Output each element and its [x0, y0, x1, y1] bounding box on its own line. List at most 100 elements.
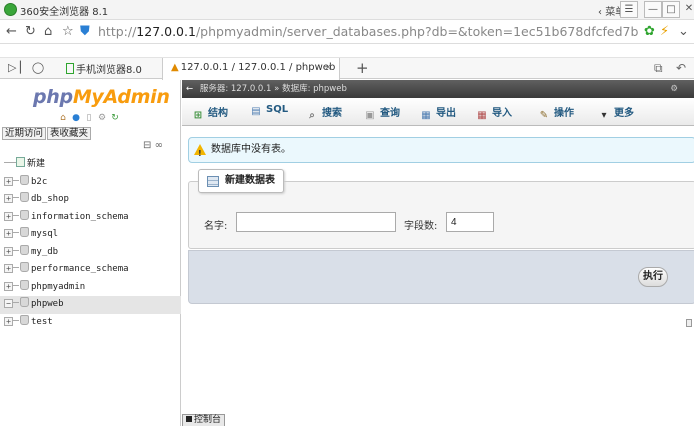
link-icon[interactable]: ∞: [155, 140, 163, 151]
window-title: 360安全浏览器 8.1: [20, 7, 109, 18]
home-icon[interactable]: ⌂: [58, 113, 68, 123]
speed-icon[interactable]: ⚡: [660, 24, 669, 39]
search-icon: ⌕: [309, 110, 315, 121]
phpmyadmin-logo[interactable]: phpMyAdmin: [33, 86, 170, 108]
database-icon: [20, 279, 29, 290]
create-table-actions: [188, 250, 694, 304]
create-table-legend: 新建数据表: [198, 169, 284, 193]
tree-item-db[interactable]: + performance_schema: [0, 261, 181, 279]
no-tables-notice: ! 数据库中没有表。: [188, 137, 694, 163]
pma-main-content: ← 服务器: 127.0.0.1 » 数据库: phpweb ⚙ ⊞ 结构 ▤ SQ…: [182, 80, 694, 426]
tree-item-db[interactable]: + test: [0, 314, 181, 332]
close-window-button[interactable]: ✕: [680, 1, 694, 18]
collapse-link-icons: ⊟ ∞: [143, 140, 163, 151]
tree-item-new[interactable]: 新建: [0, 156, 181, 174]
tree-item-db[interactable]: + my_db: [0, 244, 181, 262]
expand-icon[interactable]: +: [4, 264, 13, 273]
database-icon: [20, 174, 29, 185]
expand-icon[interactable]: +: [4, 229, 13, 238]
url-field[interactable]: http://127.0.0.1/phpmyadmin/server_datab…: [98, 24, 638, 39]
columns-count-input[interactable]: [446, 212, 494, 232]
tab-mobile-browser[interactable]: 手机浏览器8.0: [66, 61, 142, 76]
docs-icon[interactable]: ▯: [84, 113, 94, 123]
tab-import[interactable]: ▦ 导入: [476, 104, 512, 121]
pma-navigation-panel: phpMyAdmin ⌂ ● ▯ ⚙ ↻ 近期访问 表收藏夹 ⊟ ∞ 新建 + b2…: [0, 80, 181, 426]
address-dropdown-icon[interactable]: ⌄: [678, 24, 689, 39]
expand-icon[interactable]: +: [4, 176, 13, 186]
skin-icon[interactable]: ☰: [620, 1, 638, 18]
tab-export[interactable]: ▦ 导出: [420, 104, 456, 121]
chevron-down-icon: ▾: [601, 110, 607, 121]
collapse-icon[interactable]: −: [4, 299, 13, 308]
expand-icon[interactable]: +: [4, 194, 13, 203]
go-button[interactable]: 执行: [638, 267, 668, 287]
phone-icon: [66, 63, 74, 74]
undo-icon[interactable]: ↶: [676, 61, 686, 75]
database-icon: [20, 314, 29, 325]
table-icon: [207, 176, 219, 187]
sql-icon: ▤: [251, 106, 261, 117]
logout-icon[interactable]: ●: [71, 113, 81, 123]
breadcrumb: ← 服务器: 127.0.0.1 » 数据库: phpweb ⚙: [182, 80, 694, 98]
settings-gear-icon[interactable]: ⚙: [670, 80, 678, 98]
address-bar: ← ↻ ⌂ ☆ ⛊ http://127.0.0.1/phpmyadmin/se…: [0, 20, 694, 44]
database-icon: [20, 297, 29, 307]
page-scroll-indicator[interactable]: [686, 319, 692, 327]
new-db-icon: [16, 157, 25, 167]
recent-favorites-tabs: 近期访问 表收藏夹: [2, 125, 92, 140]
console-icon: [186, 416, 192, 422]
extension-icon[interactable]: ✿: [644, 24, 655, 39]
reload-icon[interactable]: ↻: [110, 113, 120, 123]
collapse-all-icon[interactable]: ⊟: [143, 140, 151, 151]
breadcrumb-separator: »: [274, 84, 280, 94]
collapse-nav-icon[interactable]: ←: [186, 84, 193, 94]
tab-search[interactable]: ⌕ 搜索: [306, 104, 342, 121]
breadcrumb-database[interactable]: 数据库: phpweb: [282, 84, 347, 94]
tree-item-db[interactable]: + mysql: [0, 226, 181, 244]
wrench-icon: ✎: [539, 110, 549, 121]
table-name-input[interactable]: [236, 212, 396, 232]
tab-bar: ▷ ▏ ◯ 手机浏览器8.0 ▲ 127.0.0.1 / 127.0.0.1 / …: [0, 57, 694, 80]
tab-close-icon[interactable]: ×: [324, 62, 332, 73]
new-tab-button[interactable]: +: [356, 59, 369, 77]
structure-icon: ⊞: [193, 110, 203, 121]
settings-gear-icon[interactable]: ⚙: [97, 113, 107, 123]
tree-item-db-selected[interactable]: − phpweb: [0, 296, 181, 314]
database-icon: [20, 192, 29, 202]
tab-query[interactable]: ▣ 查询: [364, 104, 400, 121]
recent-button[interactable]: 近期访问: [2, 127, 47, 140]
tree-item-db[interactable]: + db_shop: [0, 191, 181, 209]
sidebar-toggle-icon[interactable]: ▷ ▏ ◯: [8, 61, 44, 74]
breadcrumb-server[interactable]: 服务器: 127.0.0.1: [200, 84, 272, 94]
back-icon[interactable]: ←: [6, 24, 17, 39]
tree-item-db[interactable]: + b2c: [0, 174, 181, 192]
query-icon: ▣: [365, 110, 375, 121]
restore-tab-icon[interactable]: ⧉: [654, 61, 663, 76]
console-toggle[interactable]: 控制台: [182, 414, 226, 426]
refresh-icon[interactable]: ↻: [25, 24, 36, 39]
top-menu: ⊞ 结构 ▤ SQL ⌕ 搜索 ▣ 查询 ▦ 导出 ▦ 导入 ✎ 操作 ▾ 更多: [182, 98, 694, 126]
table-name-label: 名字:: [204, 221, 228, 232]
tab-sql[interactable]: ▤ SQL: [250, 104, 288, 117]
expand-icon[interactable]: +: [4, 211, 13, 221]
window-titlebar: 360安全浏览器 8.1 ‹ 菜单 ☰ — □ ✕: [0, 0, 694, 20]
expand-icon[interactable]: +: [4, 281, 13, 291]
database-icon: [20, 244, 29, 255]
expand-icon[interactable]: +: [4, 316, 13, 326]
tree-item-db[interactable]: + phpmyadmin: [0, 279, 181, 297]
maximize-button[interactable]: □: [662, 1, 680, 18]
tab-structure[interactable]: ⊞ 结构: [192, 104, 228, 121]
expand-icon[interactable]: +: [4, 246, 13, 256]
tree-item-db[interactable]: + information_schema: [0, 209, 181, 227]
tab-phpmyadmin[interactable]: ▲127.0.0.1 / 127.0.0.1 / phpweb | ph: [162, 58, 340, 80]
favorites-button[interactable]: 表收藏夹: [47, 127, 92, 140]
tab-more[interactable]: ▾ 更多: [598, 104, 634, 121]
minimize-button[interactable]: —: [644, 1, 662, 18]
columns-count-label: 字段数:: [404, 221, 438, 232]
nav-icon-row: ⌂ ● ▯ ⚙ ↻: [58, 113, 120, 123]
database-icon: [20, 262, 29, 272]
favorite-star-icon[interactable]: ☆: [62, 24, 74, 39]
home-icon[interactable]: ⌂: [44, 24, 52, 39]
security-shield-icon: ⛊: [80, 24, 90, 39]
tab-operations[interactable]: ✎ 操作: [538, 104, 574, 121]
